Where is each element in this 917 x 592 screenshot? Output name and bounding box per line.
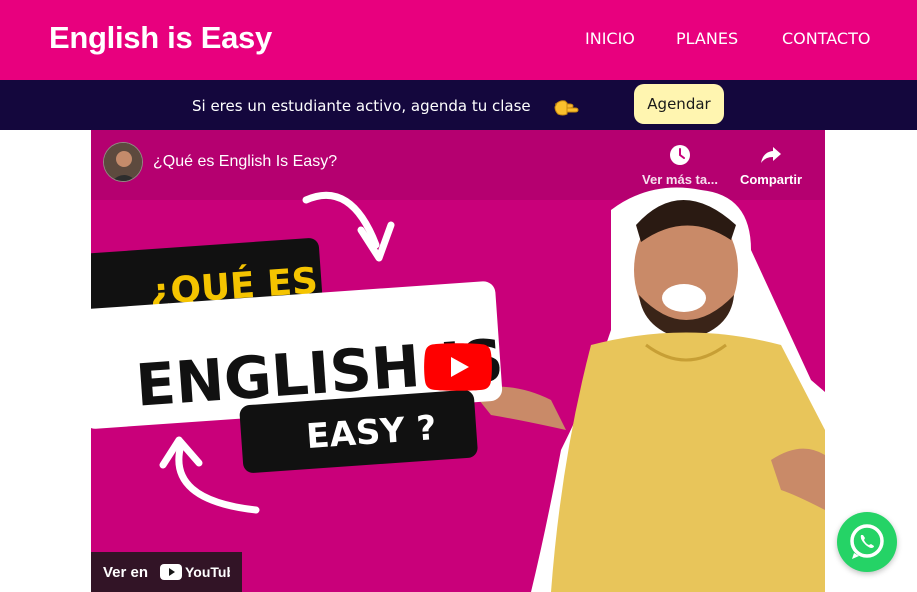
watch-on-youtube-bar[interactable]: Ver en YouTube: [91, 552, 242, 592]
whatsapp-icon: [850, 524, 884, 559]
pointing-hand-icon: [554, 100, 579, 116]
youtube-wordmark: YouTube: [185, 564, 230, 580]
share-control[interactable]: Compartir: [733, 144, 809, 187]
top-navbar: English is Easy INICIO PLANES CONTACTO: [0, 0, 917, 80]
youtube-logo-icon: YouTube: [160, 564, 230, 580]
share-label: Compartir: [739, 172, 803, 187]
nav-link-contacto[interactable]: CONTACTO: [782, 29, 870, 48]
agendar-button[interactable]: Agendar: [634, 84, 724, 124]
watch-later-control[interactable]: Ver más ta...: [635, 144, 725, 187]
watch-later-label: Ver más ta...: [642, 172, 718, 187]
nav-link-inicio[interactable]: INICIO: [585, 29, 635, 48]
brand-logo[interactable]: English is Easy: [49, 20, 272, 56]
youtube-play-icon[interactable]: [424, 343, 492, 391]
video-title[interactable]: ¿Qué es English Is Easy?: [153, 153, 337, 171]
nav-link-planes[interactable]: PLANES: [676, 29, 738, 48]
whatsapp-button[interactable]: [837, 512, 897, 572]
promo-text: Si eres un estudiante activo, agenda tu …: [192, 97, 531, 115]
promo-bar: Si eres un estudiante activo, agenda tu …: [0, 80, 917, 130]
clock-icon: [670, 145, 690, 165]
share-icon: [761, 147, 781, 163]
channel-avatar[interactable]: [103, 142, 143, 182]
youtube-video-embed[interactable]: ¿QUÉ ES ENGLISH IS EASY ? ¿Qué es Englis…: [91, 130, 825, 592]
watch-on-label: Ver en: [103, 564, 149, 581]
